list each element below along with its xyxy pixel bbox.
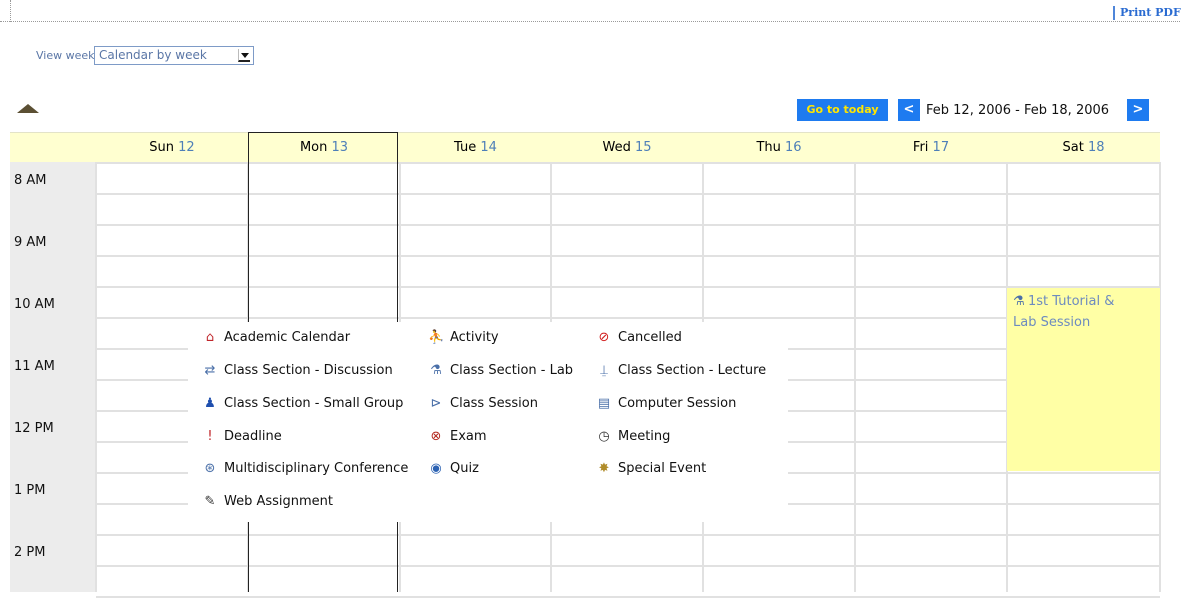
group-icon: ♟ xyxy=(204,396,216,411)
legend-label: Computer Session xyxy=(618,396,737,411)
go-to-today-button[interactable]: Go to today xyxy=(797,99,888,121)
grid-column-line xyxy=(95,162,97,592)
legend-item: ⊘ Cancelled xyxy=(596,330,682,345)
party-icon: ✸ xyxy=(598,461,610,476)
flask-icon: ⚗ xyxy=(1013,294,1025,309)
day-header-sun[interactable]: Sun 12 xyxy=(96,132,248,162)
clock-icon: ◷ xyxy=(598,429,610,444)
arrows-exchange-icon: ⇄ xyxy=(204,363,216,378)
computer-icon: ▤ xyxy=(597,396,611,411)
legend-label: Meeting xyxy=(618,429,671,444)
collapse-up-icon[interactable] xyxy=(17,104,39,113)
legend-item: ◉ Quiz xyxy=(428,461,479,476)
projector-icon: ⊳ xyxy=(430,396,442,411)
day-name: Sun xyxy=(149,140,175,155)
print-pdf-link[interactable]: Print PDF xyxy=(1113,6,1184,20)
day-number: 14 xyxy=(480,140,497,155)
day-header-fri[interactable]: Fri 17 xyxy=(855,132,1007,162)
legend-label: Web Assignment xyxy=(224,494,334,509)
legend-item: ⌂ Academic Calendar xyxy=(202,330,350,345)
legend-item: ⊗ Exam xyxy=(428,429,487,444)
legend-item: ⚗ Class Section - Lab xyxy=(428,363,573,378)
edit-page-icon: ✎ xyxy=(204,494,216,509)
legend-label: Deadline xyxy=(224,429,282,444)
day-name: Tue xyxy=(454,140,477,155)
legend-label: Activity xyxy=(450,330,499,345)
day-number: 16 xyxy=(785,140,802,155)
day-name: Sat xyxy=(1062,140,1084,155)
no-entry-icon: ⊘ xyxy=(598,330,610,345)
legend-item: ⇄ Class Section - Discussion xyxy=(202,363,393,378)
lectern-icon: ⍊ xyxy=(600,363,608,378)
day-number: 17 xyxy=(932,140,950,155)
top-divider xyxy=(0,21,1180,22)
event-type-legend: ⌂ Academic Calendar ⛹ Activity ⊘ Cancelled ⇄ Cl… xyxy=(188,322,788,522)
legend-label: Class Section - Lecture xyxy=(618,363,767,378)
day-header-tue[interactable]: Tue 14 xyxy=(400,132,551,162)
hour-label: 11 AM xyxy=(14,359,55,374)
day-header-thu[interactable]: Thu 16 xyxy=(703,132,855,162)
legend-item: ⊳ Class Session xyxy=(428,396,538,411)
legend-item: ♟ Class Section - Small Group xyxy=(202,396,403,411)
quiz-icon: ◉ xyxy=(430,461,442,476)
left-divider xyxy=(10,0,11,22)
legend-label: Quiz xyxy=(450,461,479,476)
hour-label: 9 AM xyxy=(14,235,47,250)
day-header-wed[interactable]: Wed 15 xyxy=(551,132,703,162)
next-week-button[interactable]: > xyxy=(1127,99,1149,121)
prev-week-button[interactable]: < xyxy=(898,99,920,121)
legend-label: Class Session xyxy=(450,396,538,411)
view-week-select[interactable]: Calendar by week xyxy=(94,46,254,65)
house-icon: ⌂ xyxy=(205,330,215,345)
day-name: Wed xyxy=(602,140,631,155)
legend-item: ! Deadline xyxy=(202,429,282,444)
hour-label: 1 PM xyxy=(14,483,46,498)
legend-label: Class Section - Discussion xyxy=(224,363,393,378)
legend-label: Multidisciplinary Conference xyxy=(224,461,409,476)
legend-label: Class Section - Lab xyxy=(450,363,574,378)
exclamation-icon: ! xyxy=(207,429,213,444)
day-header-sat[interactable]: Sat 18 xyxy=(1007,132,1160,162)
legend-label: Class Section - Small Group xyxy=(224,396,404,411)
legend-item: ✸ Special Event xyxy=(596,461,707,476)
legend-label: Cancelled xyxy=(618,330,682,345)
x-circle-icon: ⊗ xyxy=(430,429,442,444)
view-week-selected: Calendar by week xyxy=(99,48,207,62)
legend-item: ✎ Web Assignment xyxy=(202,494,333,509)
day-number: 15 xyxy=(634,140,652,155)
hour-label: 10 AM xyxy=(14,297,55,312)
hours-column xyxy=(10,162,96,592)
legend-label: Special Event xyxy=(618,461,707,476)
day-number: 12 xyxy=(178,140,195,155)
flask-icon: ⚗ xyxy=(430,363,442,378)
date-range: Feb 12, 2006 - Feb 18, 2006 xyxy=(926,103,1110,118)
hour-label: 12 PM xyxy=(14,421,54,436)
legend-item: ⊛ Multidisciplinary Conference xyxy=(202,461,409,476)
legend-item: ⍊ Class Section - Lecture xyxy=(596,363,766,378)
grid-column-line xyxy=(854,162,856,592)
runner-icon: ⛹ xyxy=(428,330,445,345)
legend-item: ⛹ Activity xyxy=(428,330,499,345)
calendar-event[interactable]: ⚗ 1st Tutorial & Lab Session xyxy=(1007,288,1160,471)
hour-label: 2 PM xyxy=(14,545,46,560)
event-title-line1: 1st Tutorial & xyxy=(1028,294,1115,309)
header-corner xyxy=(10,132,96,162)
day-number: 18 xyxy=(1087,140,1105,155)
view-week-label: View week: xyxy=(36,49,99,62)
day-name: Thu xyxy=(756,140,781,155)
legend-item: ▤ Computer Session xyxy=(596,396,737,411)
legend-label: Academic Calendar xyxy=(224,330,351,345)
dropdown-arrow-icon[interactable] xyxy=(238,49,250,62)
legend-label: Exam xyxy=(450,429,487,444)
legend-item: ◷ Meeting xyxy=(596,429,670,444)
conference-icon: ⊛ xyxy=(204,461,216,476)
day-name: Fri xyxy=(912,140,929,155)
hour-label: 8 AM xyxy=(14,173,47,188)
event-title-line2: Lab Session xyxy=(1013,315,1091,330)
